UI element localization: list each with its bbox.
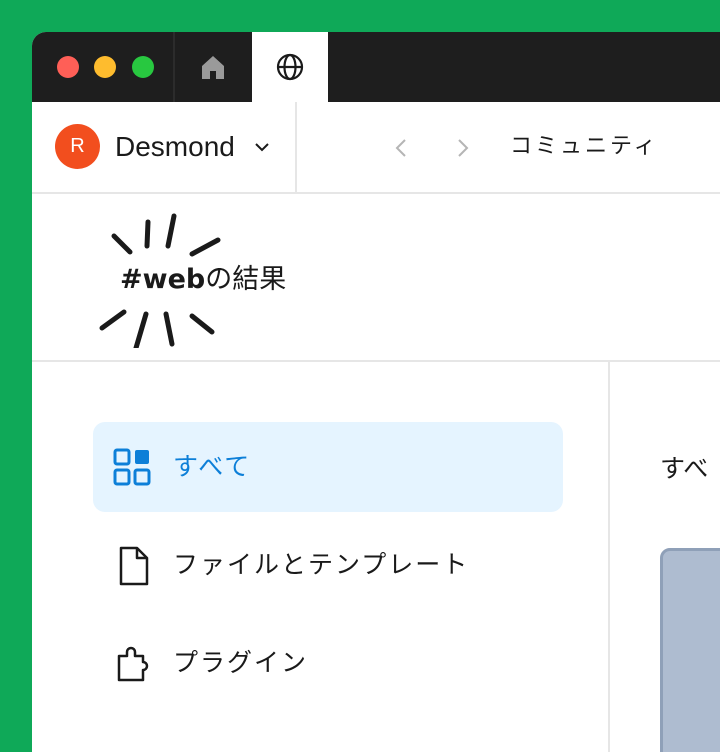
minimize-window-button[interactable] — [94, 56, 116, 78]
filter-sidebar: すべて ファイルとテンプレート プラグイン — [32, 362, 610, 752]
chevron-down-icon[interactable] — [254, 140, 270, 154]
nav-bar: R Desmond コミュニティ — [32, 102, 720, 194]
avatar[interactable]: R — [55, 124, 100, 169]
sidebar-item-files-templates[interactable]: ファイルとテンプレート — [93, 520, 563, 610]
breadcrumb: コミュニティ — [510, 134, 659, 159]
hashtag-query: #web — [120, 264, 206, 295]
tab-home[interactable] — [175, 32, 251, 102]
file-icon — [119, 546, 149, 586]
result-card-thumbnail[interactable] — [660, 548, 720, 752]
forward-arrow-icon[interactable] — [456, 138, 470, 158]
close-window-button[interactable] — [57, 56, 79, 78]
sidebar-item-all[interactable]: すべて — [93, 422, 563, 512]
sidebar-item-label: プラグイン — [173, 648, 309, 677]
sidebar-item-label: ファイルとテンプレート — [173, 550, 470, 579]
tab-community[interactable] — [252, 32, 328, 102]
back-arrow-icon[interactable] — [394, 138, 408, 158]
search-results-header: #webの結果 — [32, 194, 720, 362]
puzzle-icon — [117, 646, 149, 682]
sidebar-item-plugins[interactable]: プラグイン — [93, 618, 563, 708]
results-suffix: の結果 — [205, 264, 287, 295]
globe-icon — [276, 53, 304, 81]
nav-divider — [295, 102, 297, 192]
results-section-heading: すべ — [660, 454, 709, 483]
title-bar — [32, 32, 720, 102]
grid-icon — [113, 448, 151, 486]
app-window: R Desmond コミュニティ #webの結果 すべて ファイルとテンプレート… — [32, 32, 720, 752]
page-title: #webの結果 — [120, 262, 286, 298]
maximize-window-button[interactable] — [132, 56, 154, 78]
account-switcher[interactable]: Desmond — [115, 130, 235, 164]
avatar-initial: R — [70, 135, 85, 157]
home-icon — [202, 56, 224, 79]
sidebar-item-label: すべて — [173, 452, 252, 481]
